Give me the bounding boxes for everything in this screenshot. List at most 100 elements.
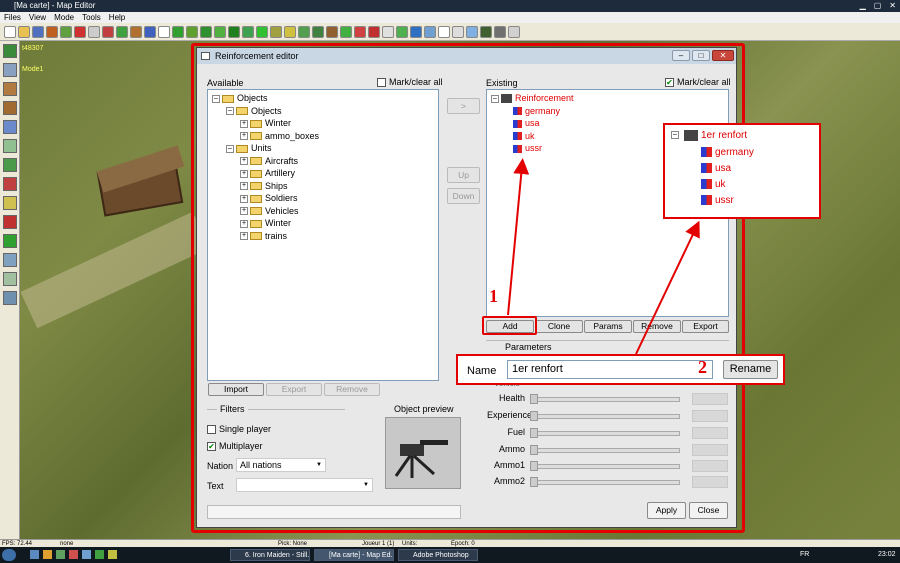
tool-icon[interactable] (200, 25, 212, 38)
tool-icon[interactable] (480, 25, 492, 38)
menu-mode[interactable]: Mode (54, 12, 74, 23)
quick-launch-icon[interactable] (69, 550, 78, 559)
tree-node[interactable]: + Vehicles (212, 205, 434, 218)
tool-icon[interactable] (228, 25, 240, 38)
tool-icon[interactable] (130, 25, 142, 38)
move-up-button[interactable]: Up (447, 167, 480, 183)
grid-tool-icon[interactable] (3, 139, 17, 153)
road-tool-icon[interactable] (3, 196, 17, 210)
tool-icon[interactable] (116, 25, 128, 38)
tree-node[interactable]: + Ships (212, 180, 434, 193)
terrain-tool-icon[interactable] (3, 44, 17, 58)
tool-icon[interactable] (452, 25, 464, 38)
flag-tool-icon[interactable] (3, 215, 17, 229)
menu-view[interactable]: View (29, 12, 46, 23)
tool-icon[interactable] (256, 25, 268, 38)
tool-icon[interactable] (102, 25, 114, 38)
menu-files[interactable]: Files (4, 12, 21, 23)
tool-icon[interactable] (354, 25, 366, 38)
export-existing-button[interactable]: Export (682, 320, 729, 333)
tool-icon[interactable] (172, 25, 184, 38)
param-value[interactable] (692, 444, 728, 456)
param-value[interactable] (692, 393, 728, 405)
name-input[interactable]: 1er renfort (507, 360, 713, 379)
tree-node[interactable]: + Winter (212, 117, 434, 130)
param-value[interactable] (692, 410, 728, 422)
slider-thumb[interactable] (530, 477, 538, 487)
tool-icon[interactable] (340, 25, 352, 38)
tree-tool-icon[interactable] (3, 158, 17, 172)
tree-node[interactable]: + Artillery (212, 167, 434, 180)
expand-icon[interactable]: + (240, 182, 248, 191)
tree-node[interactable]: + trains (212, 230, 434, 243)
tool-icon[interactable] (326, 25, 338, 38)
tool-icon[interactable] (382, 25, 394, 38)
tool-icon[interactable] (312, 25, 324, 38)
available-tree[interactable]: – Objects – Objects + Winter + ammo_boxes – Units… (207, 89, 439, 381)
dialog-close-icon[interactable]: ✕ (712, 50, 734, 61)
expand-icon[interactable]: + (240, 194, 248, 203)
param-slider[interactable] (530, 464, 680, 469)
slider-thumb[interactable] (530, 411, 538, 421)
quick-launch-icon[interactable] (43, 550, 52, 559)
slider-thumb[interactable] (530, 394, 538, 404)
remove-existing-button[interactable]: Remove (633, 320, 681, 333)
param-value[interactable] (692, 460, 728, 472)
available-mark-checkbox[interactable] (377, 78, 386, 88)
tool-icon[interactable] (270, 25, 282, 38)
expand-icon[interactable]: + (240, 232, 248, 241)
multiplayer-filter[interactable]: ✔ Multiplayer (207, 441, 263, 452)
params-button[interactable]: Params (584, 320, 632, 333)
available-mark-clear[interactable]: Mark/clear all (377, 77, 443, 88)
param-value[interactable] (692, 427, 728, 439)
quick-launch-icon[interactable] (82, 550, 91, 559)
tool-icon[interactable] (242, 25, 254, 38)
tool-icon[interactable] (3, 234, 17, 248)
tool-icon[interactable] (74, 25, 86, 38)
menu-help[interactable]: Help (109, 12, 125, 23)
tool-icon[interactable] (60, 25, 72, 38)
tree-node[interactable]: + ammo_boxes (212, 130, 434, 143)
dialog-maximize-icon[interactable]: □ (692, 50, 710, 61)
cursor-icon[interactable] (158, 25, 170, 38)
slider-thumb[interactable] (530, 445, 538, 455)
maximize-icon[interactable]: ▢ (874, 0, 882, 12)
param-slider[interactable] (530, 480, 680, 485)
tool-icon[interactable] (410, 25, 422, 38)
existing-item[interactable]: germany (491, 105, 724, 118)
export-available-button[interactable]: Export (266, 383, 322, 396)
house-tool-icon[interactable] (3, 82, 17, 96)
single-player-filter[interactable]: Single player (207, 424, 271, 435)
tool-icon[interactable] (368, 25, 380, 38)
tool-icon[interactable] (3, 291, 17, 305)
param-slider[interactable] (530, 448, 680, 453)
param-value[interactable] (692, 476, 728, 488)
single-player-checkbox[interactable] (207, 425, 216, 435)
quick-launch-icon[interactable] (30, 550, 39, 559)
close-icon[interactable]: ✕ (889, 0, 896, 12)
tree-node[interactable]: – Objects (212, 92, 434, 105)
tree-node[interactable]: + Soldiers (212, 192, 434, 205)
taskbar-task-active[interactable]: [Ma carte] - Map Ed... (314, 549, 394, 561)
text-filter-input[interactable]: ▼ (236, 478, 373, 492)
move-right-button[interactable]: > (447, 98, 480, 114)
collapse-icon[interactable]: – (226, 144, 234, 153)
tree-node[interactable]: – Objects (212, 105, 434, 118)
collapse-icon[interactable]: – (212, 94, 220, 103)
param-slider[interactable] (530, 431, 680, 436)
collapse-icon[interactable]: – (491, 94, 499, 103)
expand-icon[interactable]: + (240, 132, 248, 141)
tree-node[interactable]: – Units (212, 142, 434, 155)
start-button-icon[interactable] (2, 549, 16, 561)
expand-icon[interactable]: + (240, 169, 248, 178)
param-slider[interactable] (530, 414, 680, 419)
quick-launch-icon[interactable] (108, 550, 117, 559)
slider-thumb[interactable] (530, 461, 538, 471)
tool-icon[interactable] (424, 25, 436, 38)
tool-icon[interactable] (508, 25, 520, 38)
nation-select[interactable]: All nations ▼ (236, 458, 326, 472)
language-indicator[interactable]: FR (800, 547, 809, 563)
multiplayer-checkbox[interactable]: ✔ (207, 442, 216, 452)
undo-icon[interactable] (88, 25, 100, 38)
taskbar-task[interactable]: 6. Iron Maiden - Still... (230, 549, 310, 561)
